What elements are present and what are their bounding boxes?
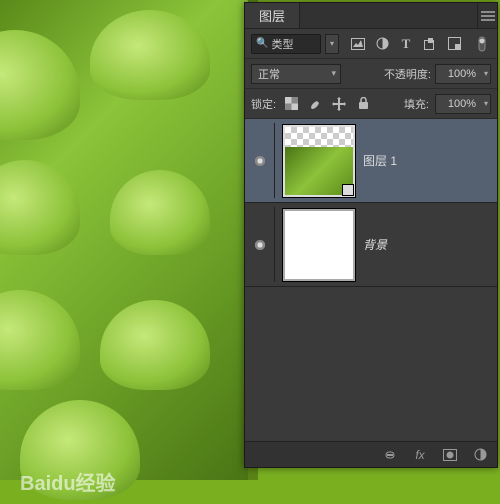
tab-layers[interactable]: 图层: [245, 3, 300, 28]
blend-mode-dropdown[interactable]: 正常: [251, 64, 341, 84]
layer-thumbnail[interactable]: [283, 209, 355, 281]
fill-value: 100%: [448, 98, 476, 110]
opacity-input[interactable]: 100%: [435, 64, 491, 84]
visibility-toggle[interactable]: [245, 123, 275, 198]
lock-all-icon[interactable]: [354, 95, 372, 113]
opacity-label: 不透明度:: [384, 66, 431, 82]
canvas-area[interactable]: [0, 0, 248, 480]
type-filter-icon[interactable]: T: [397, 35, 415, 53]
adjust-filter-icon[interactable]: [373, 35, 391, 53]
adjustment-icon[interactable]: [471, 446, 489, 464]
layers-panel: 图层 🔍 类型 ▾ T 正常 不透明度: 100% 锁定:: [244, 2, 498, 468]
layer-name[interactable]: 背景: [363, 236, 387, 253]
panel-footer: fx: [245, 441, 497, 467]
shape-filter-icon[interactable]: [421, 35, 439, 53]
panel-menu-icon[interactable]: [477, 3, 497, 28]
lock-row: 锁定: 填充: 100%: [245, 89, 497, 119]
filter-toggle-icon[interactable]: [473, 35, 491, 53]
lock-label: 锁定:: [251, 96, 276, 112]
layer-name[interactable]: 图层 1: [363, 152, 397, 169]
watermark: Baidu经验: [20, 467, 116, 496]
search-icon: 🔍: [256, 38, 268, 49]
layer-thumbnail[interactable]: [283, 125, 355, 197]
filter-dropdown-arrow[interactable]: ▾: [325, 34, 339, 54]
filter-type-label: 类型: [271, 36, 293, 52]
fill-label: 填充:: [404, 96, 429, 112]
blend-row: 正常 不透明度: 100%: [245, 59, 497, 89]
lock-move-icon[interactable]: [330, 95, 348, 113]
mask-icon[interactable]: [441, 446, 459, 464]
layers-list: 图层 1 背景: [245, 119, 497, 441]
filter-row: 🔍 类型 ▾ T: [245, 29, 497, 59]
fill-input[interactable]: 100%: [435, 94, 491, 114]
lock-transparent-icon[interactable]: [282, 95, 300, 113]
image-filter-icon[interactable]: [349, 35, 367, 53]
smart-filter-icon[interactable]: [445, 35, 463, 53]
lock-paint-icon[interactable]: [306, 95, 324, 113]
eye-icon: [253, 240, 267, 250]
smart-object-badge-icon: [342, 184, 354, 196]
blend-mode-value: 正常: [258, 66, 280, 82]
fx-icon[interactable]: fx: [411, 446, 429, 464]
link-layers-icon[interactable]: [381, 446, 399, 464]
panel-tabbar: 图层: [245, 3, 497, 29]
eye-icon: [253, 156, 267, 166]
thumb-content: [285, 211, 353, 279]
layer-row[interactable]: 图层 1: [245, 119, 497, 203]
filter-type-dropdown[interactable]: 🔍 类型: [251, 34, 321, 54]
layer-row[interactable]: 背景: [245, 203, 497, 287]
visibility-toggle[interactable]: [245, 207, 275, 282]
opacity-value: 100%: [448, 68, 476, 80]
